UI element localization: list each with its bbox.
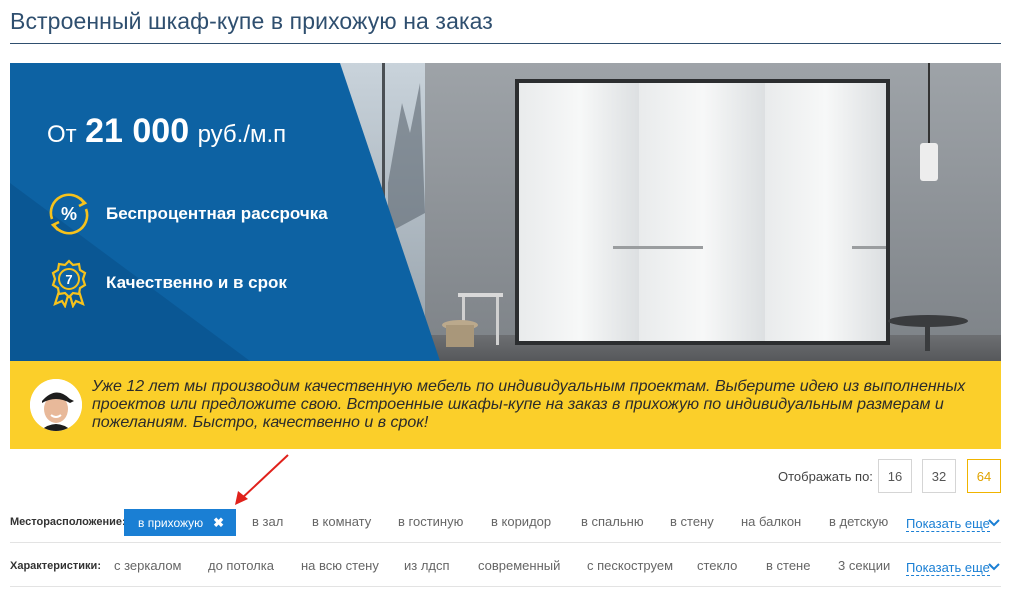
feature-quality-label: Качественно и в срок [106,273,287,292]
per-page-64[interactable]: 64 [967,459,1001,493]
feature-quality: 7 Качественно и в срок [44,258,287,308]
price-prefix: От [47,121,77,148]
award-badge-icon: 7 [51,259,87,308]
price-unit: руб./м.п [197,121,287,148]
filter-label-location: Месторасположение: [10,516,126,528]
filter-row-features: Характеристики: с зеркалом до потолка на… [10,547,1001,587]
filter-chip[interactable]: в стене [766,558,810,573]
filter-chip[interactable]: в зал [252,514,283,529]
promo-banner[interactable]: От 21 000 руб./м.п % Беспроцентная расср… [10,63,1001,361]
filter-chip[interactable]: 3 секции [838,558,890,573]
svg-text:%: % [61,204,77,224]
show-more-location[interactable]: Показать еще [906,516,990,532]
close-icon[interactable]: ✖ [213,515,224,531]
filter-chip[interactable]: в коридор [491,514,551,529]
feature-installment: % Беспроцентная рассрочка [44,189,328,239]
filter-row-location: Месторасположение: в прихожую ✖ в зал в … [10,503,1001,543]
annotation-arrow-icon [235,454,289,505]
filter-chip-active[interactable]: в прихожую ✖ [124,509,236,536]
per-page-label: Отображать по: [778,469,873,484]
filter-chip[interactable]: современный [478,558,560,573]
price-value: 21 000 [85,112,190,150]
filter-chip[interactable]: в стену [670,514,714,529]
chevron-down-icon[interactable] [988,562,1000,572]
avatar [30,379,82,431]
filter-chip[interactable]: с пескоструем [587,558,673,573]
feature-installment-label: Беспроцентная рассрочка [106,204,328,223]
chevron-down-icon[interactable] [988,518,1000,528]
filter-chip[interactable]: на всю стену [301,558,379,573]
filter-chip[interactable]: в детскую [829,514,888,529]
price-heading: От 21 000 руб./м.п [47,112,286,151]
filter-chip[interactable]: в спальню [581,514,644,529]
avatar-icon [30,379,82,431]
per-page-16[interactable]: 16 [878,459,912,493]
page-title: Встроенный шкаф-купе в прихожую на заказ [10,8,493,34]
filter-chip[interactable]: в комнату [312,514,371,529]
per-page-32[interactable]: 32 [922,459,956,493]
info-strip: Уже 12 лет мы производим качественную ме… [10,361,1001,449]
info-text: Уже 12 лет мы производим качественную ме… [92,378,966,431]
filter-chip[interactable]: из лдсп [404,558,450,573]
filter-chip[interactable]: с зеркалом [114,558,182,573]
filter-label-features: Характеристики: [10,560,101,572]
title-divider [10,43,1001,44]
award-badge-number: 7 [65,272,72,287]
filter-chip[interactable]: на балкон [741,514,801,529]
filter-chip[interactable]: до потолка [208,558,274,573]
show-more-features[interactable]: Показать еще [906,560,990,576]
filter-chip[interactable]: стекло [697,558,737,573]
filter-chip[interactable]: в гостиную [398,514,463,529]
filter-chip-active-label: в прихожую [138,515,204,530]
percent-cycle-icon: % [49,193,89,235]
